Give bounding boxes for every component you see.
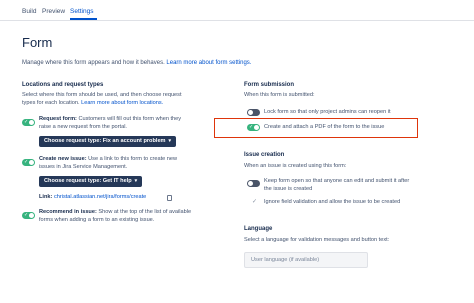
tab-settings[interactable]: Settings — [70, 7, 94, 16]
recommend-label: Recommend in issue: — [39, 209, 97, 215]
create-issue-text: Create new issue: Use a link to this for… — [39, 156, 178, 170]
copy-icon[interactable] — [167, 195, 172, 201]
issue-creation-subtitle: When an issue is created using this form… — [244, 163, 347, 169]
check-icon: ✓ — [24, 212, 29, 218]
request-form-label: Request form: — [39, 116, 77, 122]
tab-preview[interactable]: Preview — [42, 7, 65, 16]
form-locations-link[interactable]: Learn more about form locations. — [81, 100, 163, 106]
ignore-validation-check-icon[interactable]: ✓ — [252, 199, 257, 206]
keep-form-open-toggle[interactable] — [247, 180, 260, 187]
locations-desc-line2: types for each location. — [22, 99, 80, 106]
chevron-down-icon: ▾ — [168, 138, 172, 144]
tab-bar: Build Preview Settings — [0, 0, 474, 21]
locations-description: Select where this form should be used, a… — [22, 92, 222, 107]
active-tab-indicator — [70, 18, 97, 20]
request-form-toggle[interactable]: ✓ — [22, 119, 35, 126]
lock-form-toggle[interactable] — [247, 109, 260, 116]
link-label: Link: — [39, 194, 53, 200]
page-description: Manage where this form appears and how i… — [22, 59, 251, 67]
lock-form-label: Lock form so that only project admins ca… — [264, 109, 391, 115]
locations-title: Locations and request types — [22, 82, 104, 88]
form-settings-link[interactable]: Learn more about form settings. — [166, 60, 251, 66]
issue-creation-title: Issue creation — [244, 152, 285, 158]
locations-desc-line1: Select where this form should be used, a… — [22, 92, 182, 98]
check-icon: ✓ — [249, 124, 254, 130]
form-submission-subtitle: When this form is submitted: — [244, 92, 315, 98]
ignore-validation-label: Ignore field validation and allow the is… — [264, 199, 401, 205]
page-description-text: Manage where this form appears and how i… — [22, 60, 165, 66]
check-icon: ✓ — [24, 119, 29, 125]
language-select-value: User language (if available) — [251, 257, 320, 263]
recommend-text: Recommend in issue: Show at the top of t… — [39, 209, 192, 223]
check-icon: ✓ — [24, 159, 29, 165]
recommend-toggle[interactable]: ✓ — [22, 212, 35, 219]
tab-build[interactable]: Build — [22, 7, 36, 16]
create-pdf-toggle[interactable]: ✓ — [247, 124, 260, 131]
create-issue-toggle[interactable]: ✓ — [22, 159, 35, 166]
language-select[interactable]: User language (if available) — [244, 252, 368, 268]
page-title: Form — [22, 35, 53, 50]
keep-form-open-text: Keep form open so that anyone can edit a… — [264, 178, 410, 192]
create-issue-label: Create new issue: — [39, 156, 87, 162]
create-pdf-label: Create and attach a PDF of the form to t… — [264, 124, 385, 130]
request-form-text: Request form: Customers will fill out th… — [39, 116, 182, 130]
choose-request-type-it-button[interactable]: Choose request type: Get IT help ▾ — [39, 176, 143, 187]
language-title: Language — [244, 226, 273, 232]
chevron-down-icon: ▾ — [134, 178, 138, 184]
create-link-row: Link: christal.atlassian.net/jira/forms/… — [39, 194, 146, 202]
form-submission-title: Form submission — [244, 82, 295, 88]
choose-request-type-button[interactable]: Choose request type: Fix an account prob… — [39, 136, 177, 147]
language-subtitle: Select a language for validation message… — [244, 237, 390, 243]
create-form-link[interactable]: christal.atlassian.net/jira/forms/create — [54, 194, 146, 200]
